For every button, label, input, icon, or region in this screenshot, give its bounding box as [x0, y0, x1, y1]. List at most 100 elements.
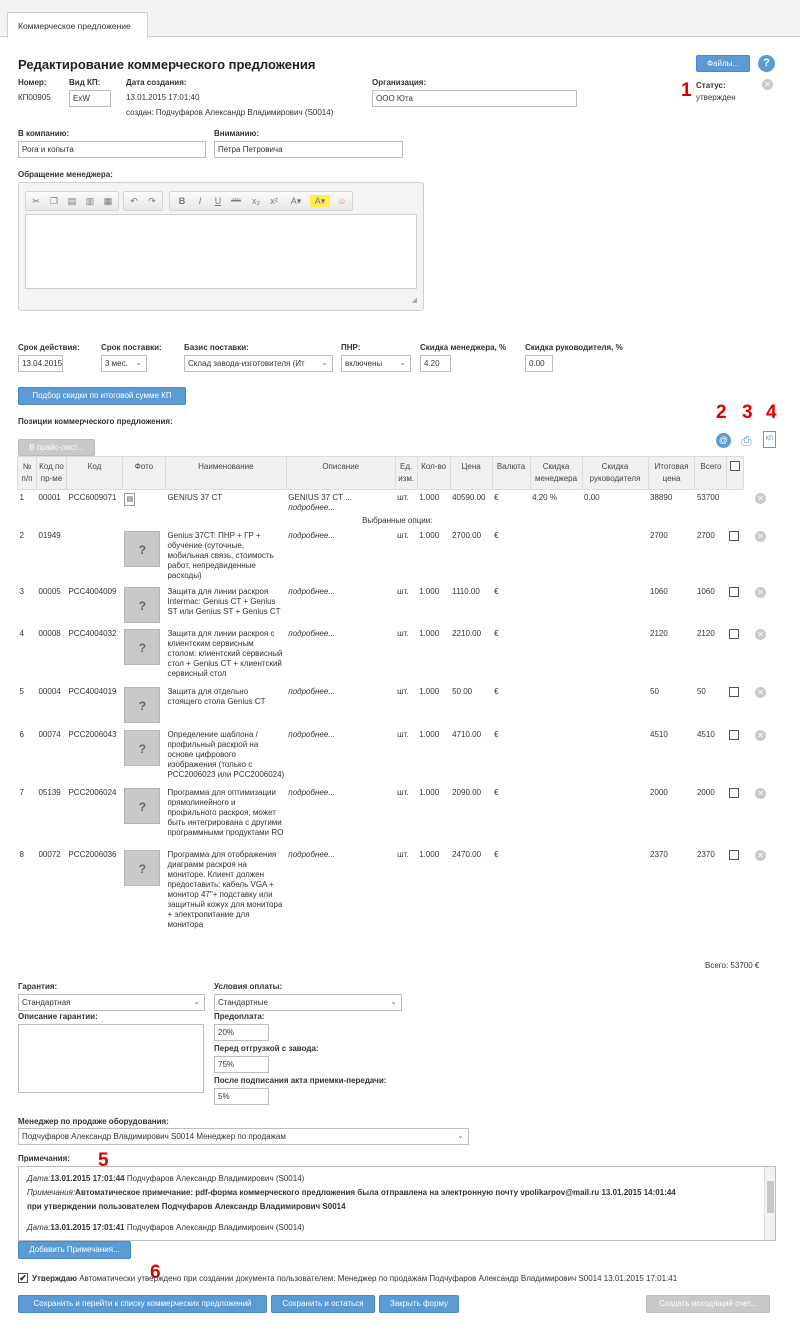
mgr-discount-input[interactable]: 4.20 [420, 355, 451, 372]
before-ship-input[interactable]: 75% [214, 1056, 269, 1073]
files-button[interactable]: Файлы... [696, 55, 750, 72]
attention-label: Вниманию: [214, 129, 260, 138]
appeal-textarea[interactable] [25, 214, 417, 289]
item-price: 40590.00 [452, 493, 486, 502]
paste-icon[interactable]: ▤ [66, 195, 78, 207]
head-discount-input[interactable]: 0.00 [525, 355, 553, 372]
select-all-checkbox[interactable] [730, 461, 741, 471]
item-mgr-discount: 4.20 % [530, 490, 582, 517]
notes-scrollbar[interactable] [764, 1167, 775, 1240]
paste-word-icon[interactable]: ▦ [102, 195, 114, 207]
underline-icon[interactable]: U [212, 195, 224, 207]
print-icon[interactable]: ⎙ [739, 433, 754, 448]
after-act-input[interactable]: 5% [214, 1088, 269, 1105]
copy-icon[interactable]: ❐ [48, 195, 60, 207]
item-name: Программа для оптимизации прямолинейного… [167, 788, 284, 837]
more-link[interactable]: подробнее... [288, 503, 335, 512]
table-row: 7 05139 PCC2006024? Программа для оптимизац… [18, 785, 778, 847]
remove-row-icon[interactable]: ✕ [754, 850, 766, 861]
tab-commercial-offer[interactable]: Коммерческое предложение [7, 12, 148, 38]
prepay-input[interactable]: 20% [214, 1024, 269, 1041]
italic-icon[interactable]: I [194, 195, 206, 207]
resize-handle-icon[interactable]: ◢ [412, 296, 417, 304]
cut-icon[interactable]: ✂ [30, 195, 42, 207]
photo-thumbnail-icon[interactable]: ▤ [124, 493, 136, 506]
discount-button[interactable]: Подбор скидки по итоговой сумме КП [18, 387, 186, 405]
row-checkbox[interactable] [728, 850, 739, 860]
remove-row-icon[interactable]: ✕ [754, 587, 766, 598]
col-header: Скидка руководителя [581, 456, 649, 490]
superscript-icon[interactable]: x² [268, 195, 280, 207]
row-checkbox[interactable] [728, 687, 739, 697]
col-header: Ед. изм. [394, 456, 418, 490]
row-checkbox[interactable] [728, 587, 739, 597]
help-icon[interactable]: ? [758, 55, 775, 72]
item-unit: шт. [397, 850, 409, 859]
more-link[interactable]: подробнее... [288, 730, 335, 739]
more-link[interactable]: подробнее... [288, 587, 335, 596]
item-desc-cell: подробнее... [286, 584, 395, 626]
chevron-down-icon: ⌄ [399, 358, 406, 367]
attention-input[interactable]: Петра Петровича [214, 141, 403, 158]
more-link[interactable]: подробнее... [288, 531, 335, 540]
strike-icon[interactable]: abc [230, 195, 242, 207]
warranty-desc-textarea[interactable] [18, 1024, 204, 1093]
row-checkbox[interactable] [728, 730, 739, 740]
more-link[interactable]: подробнее... [288, 687, 335, 696]
save-and-stay-button[interactable]: Сохранить и остаться [271, 1295, 375, 1313]
bg-color-icon[interactable]: A▾ [310, 195, 330, 207]
export-kp-icon[interactable]: КП [763, 431, 776, 448]
row-checkbox[interactable] [728, 629, 739, 639]
text-color-icon[interactable]: A▾ [286, 195, 306, 207]
paste-text-icon[interactable]: ▥ [84, 195, 96, 207]
no-photo-icon: ? [124, 687, 161, 723]
close-icon[interactable]: ✕ [762, 79, 773, 90]
item-photo: ? [122, 847, 165, 947]
item-number: 7 [19, 788, 24, 797]
subscript-icon[interactable]: x₂ [250, 195, 262, 207]
more-link[interactable]: подробнее... [288, 788, 335, 797]
col-header: Всего [694, 456, 728, 490]
delivery-select[interactable]: 3 мес. ⌄ [101, 355, 147, 372]
remove-row-icon[interactable]: ✕ [754, 788, 766, 799]
pricelist-button[interactable]: В прайс-лист... [18, 439, 95, 456]
warranty-select[interactable]: Стандартная ⌄ [18, 994, 205, 1011]
save-and-list-button[interactable]: Сохранить и перейти к списку коммерчески… [18, 1295, 267, 1313]
item-qty: 1.000 [419, 730, 440, 739]
redo-icon[interactable]: ↷ [146, 195, 158, 207]
validity-input[interactable]: 13.04.2015 [18, 355, 63, 372]
grand-total: Всего: 53700 € [705, 961, 760, 970]
bold-icon[interactable]: B [176, 195, 188, 207]
org-input[interactable]: ООО Юта [372, 90, 577, 107]
item-name: Защита для отдельно стоящего стола Geniu… [167, 687, 266, 706]
row-checkbox[interactable] [728, 531, 739, 541]
more-link[interactable]: подробнее... [288, 629, 335, 638]
manager-select[interactable]: Подчуфаров Александр Владимирович S0014 … [18, 1128, 469, 1145]
remove-row-icon[interactable]: ✕ [754, 492, 766, 504]
approve-checkbox[interactable]: ✔ [18, 1273, 28, 1283]
remove-row-icon[interactable]: ✕ [754, 687, 766, 698]
row-checkbox[interactable] [728, 788, 739, 798]
create-invoice-button[interactable]: Создать исходящий счет... [646, 1295, 770, 1313]
item-name: Защита для линии раскроя Intermac: Geniu… [167, 587, 281, 616]
basis-select[interactable]: Склад завода-изготовителя (Ит ⌄ [184, 355, 333, 372]
email-icon[interactable]: @ [716, 433, 731, 448]
more-link[interactable]: подробнее... [288, 850, 335, 859]
remove-row-icon[interactable]: ✕ [754, 730, 766, 741]
smiley-icon[interactable]: ☺ [336, 195, 348, 207]
pnr-select[interactable]: включены ⌄ [341, 355, 411, 372]
remove-row-icon[interactable]: ✕ [754, 531, 766, 542]
remove-row-icon[interactable]: ✕ [754, 629, 766, 640]
payment-select[interactable]: Стандартные ⌄ [214, 994, 402, 1011]
add-notes-button[interactable]: Добавить Примечания... [18, 1241, 131, 1259]
close-form-button[interactable]: Закрыть форму [379, 1295, 459, 1313]
item-code-internal: 00074 [38, 730, 61, 739]
undo-icon[interactable]: ↶ [128, 195, 140, 207]
item-code: PCC4004032 [68, 629, 117, 638]
type-input[interactable]: ExW [69, 90, 111, 107]
item-head-discount: 0.00 [584, 493, 600, 502]
company-input[interactable]: Рога и копыта [18, 141, 206, 158]
scrollbar-thumb[interactable] [767, 1181, 774, 1213]
item-price: 2210.00 [452, 629, 482, 638]
basis-value: Склад завода-изготовителя (Ит [188, 359, 305, 368]
